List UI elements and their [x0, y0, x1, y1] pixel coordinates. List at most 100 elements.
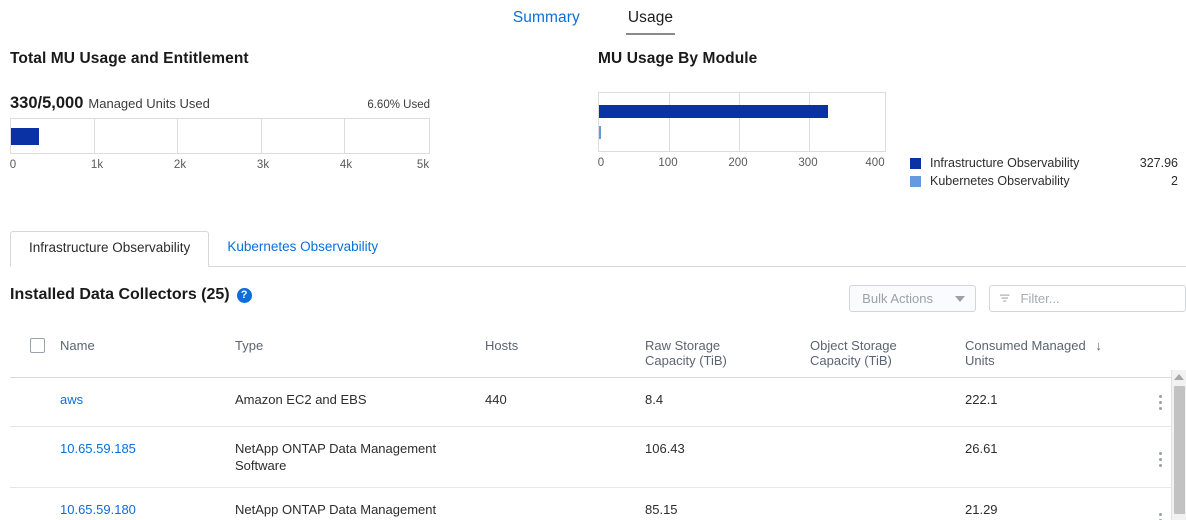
bar-kubernetes-observability	[599, 126, 601, 139]
column-header-raw-storage-capacity[interactable]: Raw Storage Capacity (TiB)	[645, 338, 810, 368]
row-type-line2: Software	[235, 457, 485, 474]
column-header-consumed-managed-units[interactable]: Consumed Managed ↓ Units	[965, 338, 1135, 368]
row-name-link[interactable]: 10.65.59.180	[60, 501, 235, 518]
table-toolbar: Bulk Actions	[849, 285, 1186, 312]
mu-usage-by-module-xaxis: 0 100 200 300 400	[598, 157, 886, 177]
gridline	[669, 93, 670, 151]
column-header-name[interactable]: Name	[60, 338, 235, 353]
gridline	[94, 119, 95, 153]
row-type-line1: Amazon EC2 and EBS	[235, 391, 485, 408]
column-header-line2: Units	[965, 353, 1135, 368]
x-tick: 400	[865, 157, 884, 169]
bulk-actions-button[interactable]: Bulk Actions	[849, 285, 976, 312]
legend-label: Infrastructure Observability	[930, 156, 1079, 170]
row-raw-storage: 8.4	[645, 391, 810, 408]
funnel-filter-icon	[999, 292, 1011, 305]
tab-infrastructure-observability[interactable]: Infrastructure Observability	[10, 231, 209, 267]
usage-page: Summary Usage Total MU Usage and Entitle…	[0, 0, 1186, 520]
gridline	[344, 119, 345, 153]
row-name-link[interactable]: 10.65.59.185	[60, 440, 235, 457]
total-mu-usage-summary: 330/5,000 Managed Units Used 6.60% Used	[10, 94, 430, 113]
data-collectors-table: Name Type Hosts Raw Storage Capacity (Ti…	[10, 326, 1186, 520]
row-type: Amazon EC2 and EBS	[235, 391, 485, 408]
legend-item-kubernetes-observability: Kubernetes Observability 2	[910, 173, 1178, 189]
row-type-line1: NetApp ONTAP Data Management	[235, 501, 485, 518]
page-title: Installed Data Collectors (25)	[10, 286, 230, 304]
mu-percent-used: 6.60% Used	[367, 99, 430, 111]
row-type: NetApp ONTAP Data Management Software	[235, 440, 485, 474]
scrollbar-thumb[interactable]	[1174, 386, 1185, 514]
select-all-cell	[10, 338, 60, 353]
column-header-type[interactable]: Type	[235, 338, 485, 353]
x-tick: 4k	[340, 159, 352, 171]
section-header: Installed Data Collectors (25) ?	[10, 286, 252, 304]
tab-summary[interactable]: Summary	[511, 9, 582, 33]
gridline	[177, 119, 178, 153]
column-header-object-storage-capacity[interactable]: Object Storage Capacity (TiB)	[810, 338, 965, 368]
select-all-checkbox[interactable]	[30, 338, 45, 353]
column-header-hosts[interactable]: Hosts	[485, 338, 645, 353]
x-tick: 0	[10, 159, 16, 171]
table-row[interactable]: aws Amazon EC2 and EBS 440 8.4 222.1	[10, 378, 1186, 427]
x-tick: 1k	[91, 159, 103, 171]
total-mu-usage-plot	[10, 118, 430, 154]
sort-descending-arrow-icon[interactable]: ↓	[1095, 338, 1102, 353]
legend-swatch-icon	[910, 176, 921, 187]
table-scrollbar[interactable]	[1171, 370, 1186, 520]
row-consumed-managed-units: 26.61	[965, 440, 1135, 457]
x-tick: 200	[728, 157, 747, 169]
total-mu-usage-title: Total MU Usage and Entitlement	[10, 50, 430, 68]
x-tick: 2k	[174, 159, 186, 171]
bar-infrastructure-observability	[599, 105, 828, 118]
gridline	[261, 119, 262, 153]
module-tab-bar: Infrastructure Observability Kubernetes …	[10, 231, 1186, 267]
x-tick: 0	[598, 157, 604, 169]
bulk-actions-label: Bulk Actions	[862, 291, 933, 306]
total-mu-usage-chart: Total MU Usage and Entitlement 330/5,000…	[10, 50, 430, 179]
legend-value: 2	[1171, 174, 1178, 188]
mu-used-label: Managed Units Used	[88, 96, 209, 111]
row-raw-storage: 106.43	[645, 440, 810, 457]
x-tick: 5k	[417, 159, 429, 171]
mu-usage-bar	[11, 128, 39, 145]
row-name-link[interactable]: aws	[60, 391, 235, 408]
row-hosts: 440	[485, 391, 645, 408]
gridline	[739, 93, 740, 151]
row-consumed-managed-units: 222.1	[965, 391, 1135, 408]
table-row[interactable]: 10.65.59.185 NetApp ONTAP Data Managemen…	[10, 427, 1186, 488]
legend-item-infrastructure-observability: Infrastructure Observability 327.96	[910, 155, 1178, 171]
column-header-line2: Capacity (TiB)	[810, 353, 965, 368]
row-type: NetApp ONTAP Data Management Software	[235, 501, 485, 520]
legend-swatch-icon	[910, 158, 921, 169]
mu-usage-by-module-plot	[598, 92, 886, 152]
module-legend: Infrastructure Observability 327.96 Kube…	[910, 155, 1178, 191]
column-header-line1: Consumed Managed ↓	[965, 338, 1135, 353]
x-tick: 3k	[257, 159, 269, 171]
x-tick: 100	[658, 157, 677, 169]
column-header-line2: Capacity (TiB)	[645, 353, 810, 368]
tab-usage[interactable]: Usage	[626, 9, 675, 35]
x-tick: 300	[798, 157, 817, 169]
chevron-down-icon	[955, 296, 965, 302]
mu-usage-by-module-title: MU Usage By Module	[598, 50, 886, 68]
legend-label: Kubernetes Observability	[930, 174, 1070, 188]
scroll-up-arrow-icon[interactable]	[1174, 374, 1184, 380]
mu-used-value: 330/5,000	[10, 94, 83, 113]
gridline	[809, 93, 810, 151]
table-row[interactable]: 10.65.59.180 NetApp ONTAP Data Managemen…	[10, 488, 1186, 520]
top-tab-bar: Summary Usage	[0, 0, 1186, 45]
mu-usage-by-module-chart: MU Usage By Module 0 100 200 300 400	[598, 50, 886, 177]
help-question-icon[interactable]: ?	[237, 288, 252, 303]
column-header-text: Consumed Managed	[965, 338, 1086, 353]
total-mu-usage-xaxis: 0 1k 2k 3k 4k 5k	[10, 159, 430, 179]
table-header-row: Name Type Hosts Raw Storage Capacity (Ti…	[10, 326, 1186, 378]
filter-input[interactable]	[1019, 290, 1176, 307]
row-raw-storage: 85.15	[645, 501, 810, 518]
column-header-line1: Raw Storage	[645, 338, 810, 353]
filter-field[interactable]	[989, 285, 1186, 312]
charts-region: Total MU Usage and Entitlement 330/5,000…	[0, 45, 1186, 195]
tab-kubernetes-observability[interactable]: Kubernetes Observability	[209, 231, 396, 266]
column-header-line1: Object Storage	[810, 338, 965, 353]
row-consumed-managed-units: 21.29	[965, 501, 1135, 518]
row-type-line1: NetApp ONTAP Data Management	[235, 440, 485, 457]
